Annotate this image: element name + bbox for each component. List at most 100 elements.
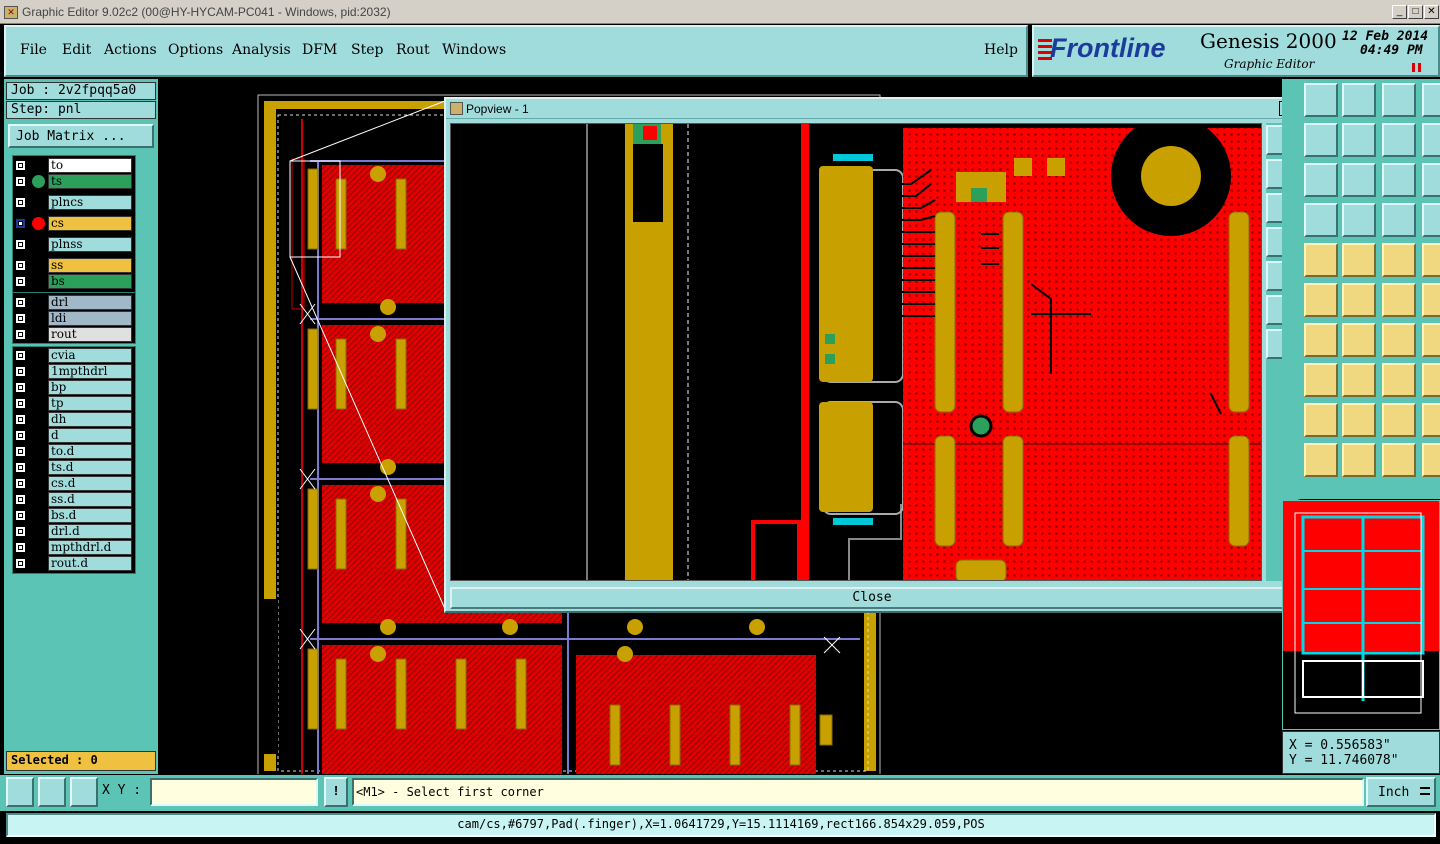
layer-checkbox[interactable] <box>15 350 26 361</box>
overview-minimap[interactable] <box>1282 500 1440 730</box>
layer-row-rout[interactable]: rout <box>12 327 132 342</box>
step-icon[interactable] <box>1382 363 1416 397</box>
undo-icon[interactable] <box>1382 123 1416 157</box>
pointer-icon[interactable] <box>1304 443 1338 477</box>
via-red-icon[interactable] <box>1422 283 1440 317</box>
layer-checkbox[interactable] <box>15 558 26 569</box>
layer-row-plnss[interactable]: plnss <box>12 237 132 252</box>
layer-icon[interactable] <box>1304 203 1338 237</box>
alert-icon[interactable]: ! <box>324 777 348 807</box>
job-matrix-button[interactable]: Job Matrix ... <box>8 124 154 148</box>
snap-icon[interactable] <box>1382 203 1416 237</box>
ruler-icon[interactable] <box>1382 243 1416 277</box>
layer-row-cs-d[interactable]: cs.d <box>12 476 132 491</box>
layer-row-1mpthdrl[interactable]: 1mpthdrl <box>12 364 132 379</box>
zoom-fit-icon[interactable] <box>6 777 34 807</box>
move-icon[interactable] <box>1342 123 1376 157</box>
layer-row-mpthdrl-d[interactable]: mpthdrl.d <box>12 540 132 555</box>
layer-row-bp[interactable]: bp <box>12 380 132 395</box>
arc-icon[interactable] <box>1304 323 1338 357</box>
diamond-icon[interactable] <box>1342 243 1376 277</box>
layer-checkbox[interactable] <box>15 329 26 340</box>
snap-red-icon[interactable] <box>1422 203 1440 237</box>
rotate-icon[interactable] <box>1382 323 1416 357</box>
maximize-button[interactable]: □ <box>1408 5 1423 19</box>
menu-step[interactable]: Step <box>351 42 383 58</box>
popview-close-button[interactable]: Close <box>450 587 1294 609</box>
select-icon[interactable] <box>1342 443 1376 477</box>
dot-icon[interactable] <box>1304 363 1338 397</box>
menu-rout[interactable]: Rout <box>396 42 430 58</box>
menu-dfm[interactable]: DFM <box>302 42 337 58</box>
array-icon[interactable] <box>1422 363 1440 397</box>
minimize-button[interactable]: _ <box>1392 5 1407 19</box>
redo-icon[interactable] <box>1422 123 1440 157</box>
layer-checkbox[interactable] <box>15 494 26 505</box>
layer-checkbox[interactable] <box>15 276 26 287</box>
pause-icon[interactable] <box>1412 63 1421 72</box>
rectangle-icon[interactable] <box>1304 243 1338 277</box>
layer-row-dh[interactable]: dh <box>12 412 132 427</box>
layer-checkbox[interactable] <box>15 239 26 250</box>
layer-checkbox[interactable] <box>15 366 26 377</box>
menu-windows[interactable]: Windows <box>442 42 506 58</box>
layer-row-ts[interactable]: ts <box>12 174 132 189</box>
layer-checkbox[interactable] <box>15 510 26 521</box>
layer-checkbox[interactable] <box>15 398 26 409</box>
layer-row-drl[interactable]: drl <box>12 295 132 310</box>
up-arrow-icon[interactable] <box>1382 403 1416 437</box>
layer-checkbox[interactable] <box>15 382 26 393</box>
copy-icon[interactable] <box>1304 123 1338 157</box>
save-icon[interactable] <box>1342 83 1376 117</box>
menu-edit[interactable]: Edit <box>62 42 91 58</box>
layer-row-cvia[interactable]: cvia <box>12 348 132 363</box>
layer-row-ts-d[interactable]: ts.d <box>12 460 132 475</box>
grid-icon[interactable] <box>1342 203 1376 237</box>
layer-checkbox[interactable] <box>15 462 26 473</box>
layer-checkbox[interactable] <box>15 313 26 324</box>
triangle-icon[interactable] <box>1304 403 1338 437</box>
pad-icon[interactable] <box>1422 243 1440 277</box>
select-green-icon[interactable] <box>1422 443 1440 477</box>
layer-row-ss-d[interactable]: ss.d <box>12 492 132 507</box>
layer-row-bs[interactable]: bs <box>12 274 132 289</box>
help-icon[interactable] <box>1422 163 1440 197</box>
layer-checkbox[interactable] <box>15 197 26 208</box>
window-icon[interactable] <box>1422 83 1440 117</box>
triangle-blue-icon[interactable] <box>1342 403 1376 437</box>
measure-icon[interactable] <box>38 777 66 807</box>
layer-row-drl-d[interactable]: drl.d <box>12 524 132 539</box>
minus-icon[interactable] <box>1342 363 1376 397</box>
cross-icon[interactable] <box>1342 283 1376 317</box>
layer-checkbox[interactable] <box>15 526 26 537</box>
layer-checkbox[interactable] <box>15 542 26 553</box>
menu-actions[interactable]: Actions <box>104 42 157 58</box>
xy-input[interactable] <box>150 778 318 806</box>
layer-row-d[interactable]: d <box>12 428 132 443</box>
zoom-home-icon[interactable] <box>1304 83 1338 117</box>
layer-checkbox[interactable] <box>15 260 26 271</box>
close-window-button[interactable]: ✕ <box>1424 5 1439 19</box>
popview-canvas[interactable] <box>450 123 1262 581</box>
layer-row-plncs[interactable]: plncs <box>12 195 132 210</box>
layer-row-to[interactable]: to <box>12 158 132 173</box>
fit-icon[interactable] <box>1342 163 1376 197</box>
up-arrow-blue-icon[interactable] <box>1422 403 1440 437</box>
via-icon[interactable] <box>1382 283 1416 317</box>
menu-help[interactable]: Help <box>984 42 1018 58</box>
layer-row-ss[interactable]: ss <box>12 258 132 273</box>
layer-row-bs-d[interactable]: bs.d <box>12 508 132 523</box>
layer-checkbox[interactable] <box>15 446 26 457</box>
mirror-icon[interactable] <box>1422 323 1440 357</box>
scale-1-2-icon[interactable] <box>1382 163 1416 197</box>
layer-checkbox[interactable] <box>15 430 26 441</box>
layer-checkbox[interactable] <box>15 478 26 489</box>
line-icon[interactable] <box>1304 283 1338 317</box>
menu-options[interactable]: Options <box>168 42 223 58</box>
layer-checkbox[interactable] <box>15 414 26 425</box>
pan-icon[interactable] <box>1304 163 1338 197</box>
layer-checkbox[interactable] <box>15 297 26 308</box>
layer-checkbox[interactable] <box>15 176 26 187</box>
layer-checkbox[interactable] <box>15 160 26 171</box>
layer-row-ldi[interactable]: ldi <box>12 311 132 326</box>
